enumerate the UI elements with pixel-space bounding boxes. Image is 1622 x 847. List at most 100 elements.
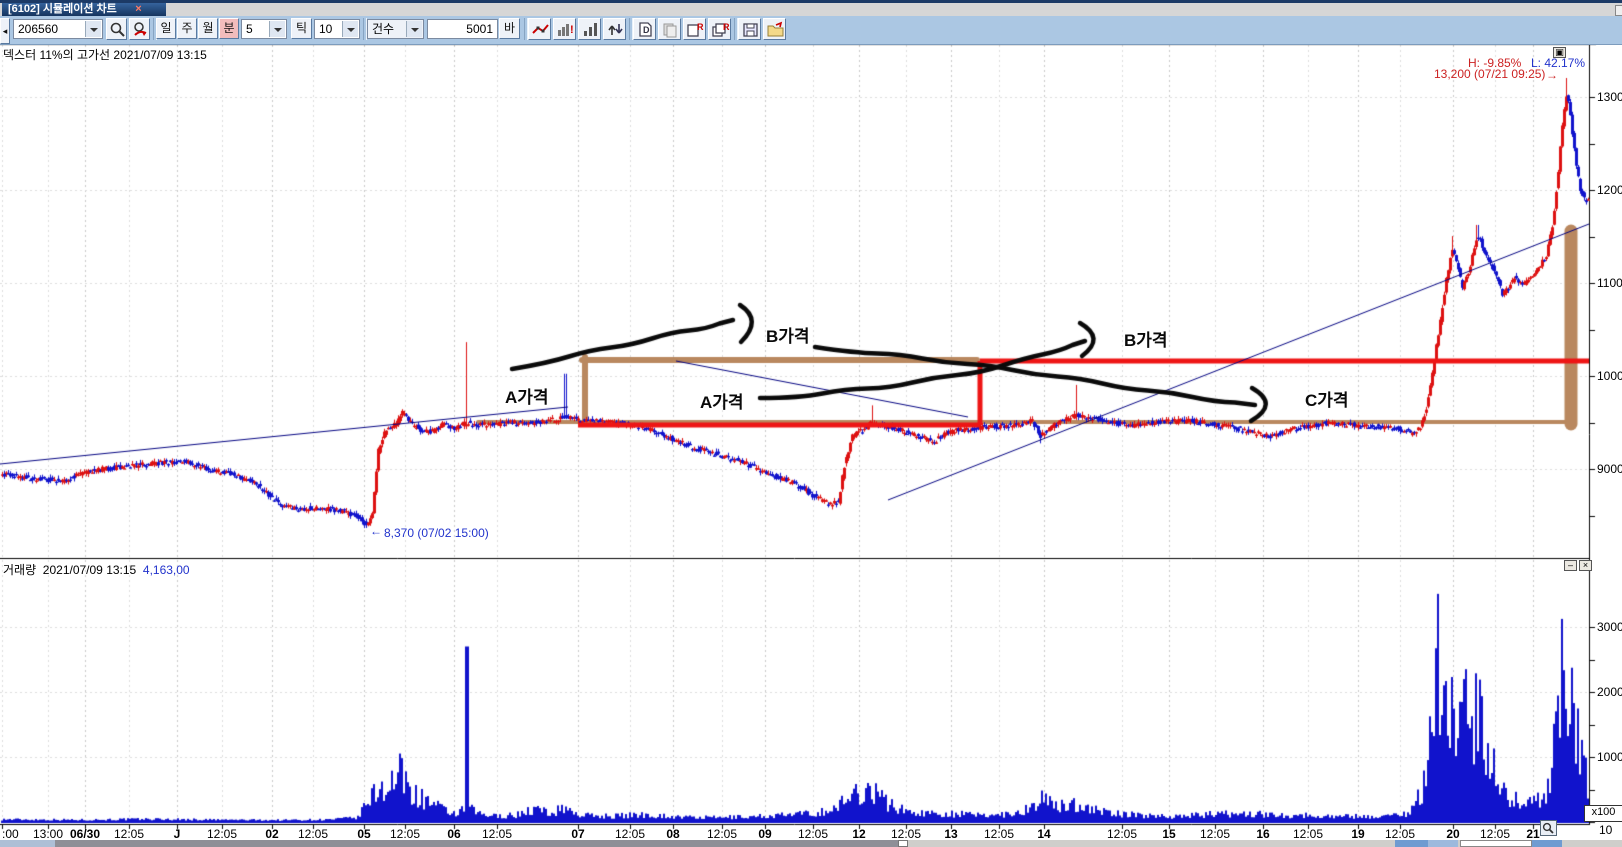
date-tick-label: 12:05 — [707, 827, 737, 841]
date-tick-label: J — [174, 827, 181, 841]
line-chart-icon — [531, 21, 550, 38]
date-tick-label: 12:05 — [114, 827, 144, 841]
price-tick-label: 10000 — [1597, 369, 1622, 383]
date-tick-label: 05 — [357, 827, 370, 841]
price-tick-label: 12000 — [1597, 183, 1622, 197]
tick-period-value: 10 — [319, 22, 332, 36]
axis-zoom-value: 10 — [1599, 823, 1612, 837]
maximize-panel-icon[interactable]: ▣ — [1553, 47, 1566, 58]
volume-unit-badge: x100 — [1584, 805, 1622, 822]
chart-layout-button[interactable]: R — [708, 18, 731, 40]
count-mode-value: 건수 — [372, 22, 394, 36]
save-icon — [741, 21, 760, 38]
price-annotation-label[interactable]: C가격 — [1305, 386, 1349, 411]
bar-button[interactable]: 바 — [499, 18, 520, 39]
date-tick-label: 12:05 — [482, 827, 512, 841]
chevron-down-icon[interactable] — [269, 21, 285, 37]
new-document-icon: D — [636, 21, 655, 38]
low-arrow-icon: ← — [370, 524, 382, 538]
date-tick-label: 21 — [1526, 827, 1539, 841]
minute-period-combo[interactable]: 5 — [241, 19, 287, 39]
chevron-down-icon[interactable] — [342, 21, 358, 37]
sort-button[interactable] — [603, 18, 626, 40]
date-tick-label: 06 — [447, 827, 460, 841]
horizontal-scrollbar[interactable] — [0, 840, 1622, 847]
scrollbar-right-block2[interactable] — [1532, 840, 1562, 847]
date-tick-label: 12:05 — [1107, 827, 1137, 841]
high-price-marker: 13,200 (07/21 09:25) — [1434, 67, 1545, 81]
price-tick-label: 13000 — [1597, 90, 1622, 104]
date-tick-label: 12:05 — [1293, 827, 1323, 841]
minute-period-value: 5 — [246, 22, 253, 36]
minimize-volume-icon[interactable]: – — [1564, 560, 1577, 571]
period-week-button[interactable]: 주 — [177, 18, 197, 39]
price-tick-label: 9000 — [1597, 462, 1622, 476]
date-tick-label: 08 — [666, 827, 679, 841]
search-redo-icon — [132, 21, 149, 37]
toolbar-scroll-left-button[interactable]: ◂ — [0, 18, 10, 44]
count-input-value: 5001 — [466, 22, 493, 36]
tick-period-combo[interactable]: 10 — [314, 19, 360, 39]
period-day-button[interactable]: 일 — [156, 18, 176, 39]
count-mode-combo[interactable]: 건수 — [367, 19, 424, 39]
magnifier-icon — [1542, 822, 1555, 834]
chevron-down-icon[interactable] — [85, 21, 101, 37]
price-annotation-label[interactable]: A가격 — [505, 383, 549, 408]
date-tick-label: 02 — [265, 827, 278, 841]
window-r-icon: R — [686, 21, 705, 38]
new-chart-button[interactable]: D — [633, 18, 656, 40]
date-tick-label: 12:05 — [207, 827, 237, 841]
symbol-value: 206560 — [18, 22, 58, 36]
window-control-icon[interactable] — [1615, 5, 1622, 16]
price-annotation-label[interactable]: A가격 — [700, 388, 744, 413]
tab-title: [6102] 시뮬레이션 차트 — [8, 3, 117, 15]
price-annotation-label[interactable]: B가격 — [766, 322, 810, 347]
tab-close-icon[interactable]: × — [132, 3, 145, 16]
layers-r-icon: R — [711, 21, 730, 38]
price-tick-label: 11000 — [1597, 276, 1622, 290]
date-tick-label: 14 — [1037, 827, 1050, 841]
date-tick-label: 12:05 — [298, 827, 328, 841]
symbol-combo[interactable]: 206560 — [13, 19, 103, 39]
scrollbar-right-block[interactable] — [1395, 840, 1428, 847]
open-folder-icon — [766, 21, 785, 38]
volume-value: 4,163,00 — [143, 563, 190, 577]
scrollbar-right-block-light[interactable] — [1428, 840, 1458, 847]
low-price-marker: 8,370 (07/02 15:00) — [384, 526, 489, 540]
copy-chart-button[interactable] — [658, 18, 681, 40]
volume-button[interactable] — [578, 18, 601, 40]
period-month-button[interactable]: 월 — [198, 18, 218, 39]
scrollbar-start-block[interactable] — [0, 840, 55, 847]
tick-button[interactable]: 틱 — [291, 18, 312, 39]
count-input[interactable]: 5001 — [427, 19, 498, 39]
save-button[interactable] — [738, 18, 761, 40]
chart-canvas[interactable] — [0, 0, 1622, 847]
period-minute-button[interactable]: 분 — [219, 18, 239, 39]
chevron-down-icon[interactable] — [406, 21, 422, 37]
date-tick-label: 13:00 — [33, 827, 63, 841]
axis-zoom-button[interactable] — [1540, 820, 1557, 836]
open-button[interactable] — [763, 18, 786, 40]
close-volume-icon[interactable]: × — [1579, 560, 1592, 571]
bar-chart-alert-icon: ! — [556, 21, 575, 38]
date-tick-label: 19 — [1351, 827, 1364, 841]
date-tick-label: 12:05 — [798, 827, 828, 841]
scrollbar-thumb-grip[interactable] — [898, 840, 908, 847]
chart-restore-button[interactable]: R — [683, 18, 706, 40]
price-panel-header: 덱스터 11%의 고가선 2021/07/09 13:15 — [3, 46, 207, 63]
date-tick-label: 12:05 — [1200, 827, 1230, 841]
scrollbar-range-box[interactable] — [1460, 840, 1532, 847]
date-tick-label: 15 — [1162, 827, 1175, 841]
chart-search-button[interactable] — [129, 18, 150, 40]
price-annotation-label[interactable]: B가격 — [1124, 326, 1168, 351]
volume-alert-button[interactable]: ! — [553, 18, 576, 40]
date-tick-label: 12:05 — [984, 827, 1014, 841]
svg-text:!: ! — [570, 24, 574, 36]
svg-text:R: R — [697, 22, 704, 32]
svg-text:R: R — [723, 22, 730, 32]
volume-tick-label: 2000 — [1597, 685, 1622, 699]
scrollbar-thumb[interactable] — [55, 840, 898, 847]
date-tick-label: 06/30 — [70, 827, 100, 841]
symbol-search-button[interactable] — [106, 18, 127, 40]
chart-type-button[interactable] — [528, 18, 551, 40]
